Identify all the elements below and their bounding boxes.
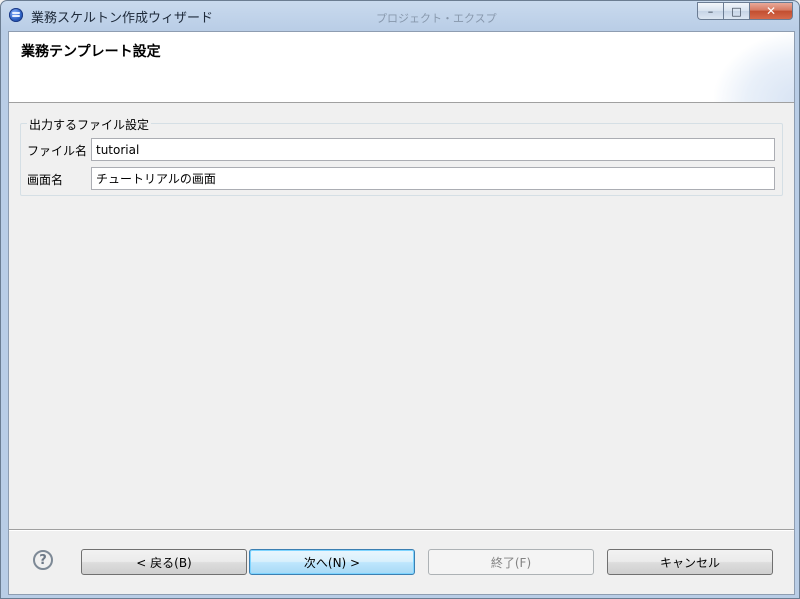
group-legend: 出力するファイル設定 xyxy=(27,116,152,133)
file-name-input[interactable] xyxy=(91,138,775,161)
wizard-window: 業務スケルトン作成ウィザード プロジェクト・エクスプ – □ ✕ 業務テンプレー… xyxy=(0,0,800,599)
background-window-hint: プロジェクト・エクスプ xyxy=(376,12,497,25)
file-name-label: ファイル名 xyxy=(27,144,88,158)
screen-name-label: 画面名 xyxy=(27,173,64,187)
next-button[interactable]: 次へ(N) > xyxy=(249,549,415,575)
cancel-button[interactable]: キャンセル xyxy=(607,549,773,575)
screen-name-input[interactable] xyxy=(91,167,775,190)
maximize-icon: □ xyxy=(731,4,742,18)
wizard-header: 業務テンプレート設定 xyxy=(9,32,794,103)
footer-separator xyxy=(9,529,794,531)
help-icon[interactable]: ? xyxy=(33,550,53,570)
window-controls: – □ ✕ xyxy=(697,2,793,20)
title-bar[interactable]: 業務スケルトン作成ウィザード プロジェクト・エクスプ – □ ✕ xyxy=(1,1,799,30)
wizard-client-area: 業務テンプレート設定 出力するファイル設定 ファイル名 画面名 ? < 戻る(B… xyxy=(8,31,795,595)
finish-button[interactable]: 終了(F) xyxy=(428,549,594,575)
close-button[interactable]: ✕ xyxy=(749,2,793,20)
help-label: ? xyxy=(39,552,47,568)
page-title: 業務テンプレート設定 xyxy=(21,44,161,60)
minimize-icon: – xyxy=(707,4,714,18)
window-title: 業務スケルトン作成ウィザード xyxy=(31,11,214,26)
back-button[interactable]: < 戻る(B) xyxy=(81,549,247,575)
maximize-button[interactable]: □ xyxy=(723,2,749,20)
minimize-button[interactable]: – xyxy=(697,2,723,20)
eclipse-icon xyxy=(9,8,23,22)
close-icon: ✕ xyxy=(765,4,777,18)
